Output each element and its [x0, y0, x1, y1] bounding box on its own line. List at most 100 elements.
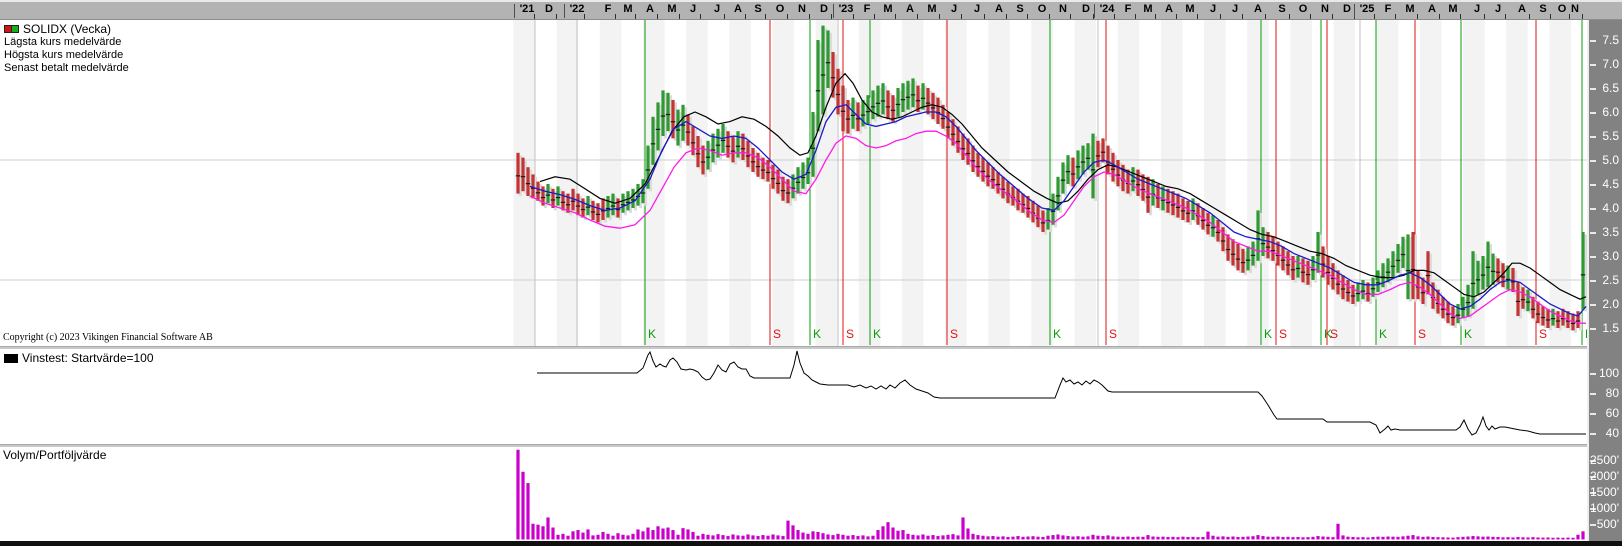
- time-axis-tick: [700, 14, 701, 19]
- scale-label: 6.5: [1602, 81, 1619, 95]
- scale-label: 2.0: [1602, 297, 1619, 311]
- time-axis-month-label: M: [1441, 3, 1465, 15]
- scale-tick: [1590, 136, 1596, 138]
- time-axis-month-label: N: [790, 3, 814, 15]
- scale-label: 7.0: [1602, 57, 1619, 71]
- time-axis-tick: [1289, 14, 1290, 19]
- time-axis-month-label: M: [616, 3, 640, 15]
- time-axis-month-label: O: [1291, 3, 1315, 15]
- time-axis-tick: [1417, 14, 1418, 19]
- time-axis-tick: [1070, 14, 1071, 19]
- time-axis-month-label: O: [768, 3, 792, 15]
- svg-text:K: K: [1053, 327, 1061, 341]
- scale-tick: [1590, 280, 1596, 282]
- time-axis-month-label: D: [537, 3, 561, 15]
- profit-label: Vinstest: Startvärde=100: [22, 351, 154, 365]
- profit-chart[interactable]: [0, 349, 1587, 444]
- time-axis-month-label: S: [746, 3, 770, 15]
- time-axis-tick: [853, 14, 854, 19]
- time-axis-tick: [1027, 14, 1028, 19]
- time-axis-tick: [809, 14, 810, 19]
- time-axis-tick: [1582, 14, 1583, 19]
- scale-label: 2000': [1590, 469, 1619, 483]
- scale-tick: [1590, 112, 1596, 114]
- volume-label: Volym/Portföljvärde: [3, 448, 106, 462]
- time-axis-tick: [584, 14, 585, 19]
- svg-text:S: S: [1330, 327, 1338, 341]
- bottom-border: [0, 541, 1622, 546]
- scale-tick: [1590, 393, 1596, 395]
- time-axis-tick: [1265, 14, 1266, 19]
- scale-label: 5.0: [1602, 153, 1619, 167]
- time-axis-tick: [874, 14, 875, 19]
- time-axis-month-label: A: [898, 3, 922, 15]
- time-axis-tick: [1049, 14, 1050, 19]
- time-axis-month-label: J: [1223, 3, 1247, 15]
- time-axis-month-label: M: [1178, 3, 1202, 15]
- symbol-title: SOLIDX (Vecka): [23, 22, 111, 36]
- time-axis-tick: [657, 14, 658, 19]
- scale-label: 2.5: [1602, 273, 1619, 287]
- time-axis-month-label: J: [1201, 3, 1225, 15]
- time-axis-month-label: N: [1313, 3, 1337, 15]
- scale-tick: [1590, 40, 1596, 42]
- time-axis-tick: [556, 14, 557, 19]
- svg-text:K: K: [648, 327, 656, 341]
- scale-label: 7.5: [1602, 33, 1619, 47]
- scale-tick: [1590, 524, 1596, 526]
- value-scale: 7.57.06.56.05.55.04.54.03.53.02.52.01.51…: [1587, 20, 1622, 541]
- profit-test-panel[interactable]: Vinstest: Startvärde=100: [0, 349, 1587, 444]
- time-axis-month-label: A: [1246, 3, 1270, 15]
- volume-chart[interactable]: [0, 447, 1587, 541]
- time-axis-tick: [1155, 14, 1156, 19]
- time-axis-tick: [787, 14, 788, 19]
- time-axis-tick: [1460, 14, 1461, 19]
- time-axis-tick: [534, 14, 535, 19]
- time-axis-tick: [1197, 14, 1198, 19]
- svg-text:S: S: [950, 327, 958, 341]
- profit-swatch-icon: [4, 354, 18, 363]
- time-axis-tick: [1242, 14, 1243, 19]
- time-axis-tick: [1176, 14, 1177, 19]
- scale-label: 6.0: [1602, 105, 1619, 119]
- chart-window: '21D'22FMAMJJASOND'23FMAMJJASOND'24FMAMJ…: [0, 0, 1622, 546]
- time-axis-month-label: F: [1376, 3, 1400, 15]
- scale-label: 5.5: [1602, 129, 1619, 143]
- time-axis-tick: [1395, 14, 1396, 19]
- svg-text:K: K: [1379, 327, 1387, 341]
- scale-label: 500': [1597, 517, 1619, 531]
- time-axis-tick: [635, 14, 636, 19]
- scale-tick: [1590, 304, 1596, 306]
- time-axis-month-label: A: [638, 3, 662, 15]
- time-axis-year-label: '22: [565, 3, 589, 15]
- time-axis-tick: [895, 14, 896, 19]
- price-panel[interactable]: KKKKKKKKKSSSSSSSS SOLIDX (Vecka) Lägsta …: [0, 20, 1587, 346]
- time-axis-tick: [1310, 14, 1311, 19]
- time-axis-month-label: M: [920, 3, 944, 15]
- volume-panel[interactable]: Volym/Portföljvärde: [0, 447, 1587, 541]
- time-axis-tick: [765, 14, 766, 19]
- scale-label: 60: [1606, 406, 1619, 420]
- scale-label: 2500': [1590, 453, 1619, 467]
- scale-tick: [1590, 232, 1596, 234]
- scale-label: 1500': [1590, 485, 1619, 499]
- scale-tick: [1590, 184, 1596, 186]
- time-axis-tick: [1374, 14, 1375, 19]
- svg-text:S: S: [1418, 327, 1426, 341]
- svg-text:S: S: [1539, 327, 1547, 341]
- time-axis-tick: [831, 14, 832, 19]
- legend-green-swatch-icon: [11, 25, 19, 33]
- legend-series-last-ma: Senast betalt medelvärde: [4, 62, 129, 75]
- time-axis-tick: [1114, 14, 1115, 19]
- scale-label: 4.0: [1602, 201, 1619, 215]
- time-axis-year-label: '21: [515, 3, 539, 15]
- profit-legend: Vinstest: Startvärde=100: [4, 351, 154, 365]
- time-axis-tick: [1484, 14, 1485, 19]
- legend-series-low-ma: Lägsta kurs medelvärde: [4, 36, 129, 49]
- time-axis-tick: [724, 14, 725, 19]
- scale-tick: [1590, 373, 1596, 375]
- svg-text:K: K: [1264, 327, 1272, 341]
- price-chart[interactable]: KKKKKKKKKSSSSSSSS: [0, 20, 1587, 346]
- legend-series-high-ma: Högsta kurs medelvärde: [4, 49, 129, 62]
- scale-label: 80: [1606, 386, 1619, 400]
